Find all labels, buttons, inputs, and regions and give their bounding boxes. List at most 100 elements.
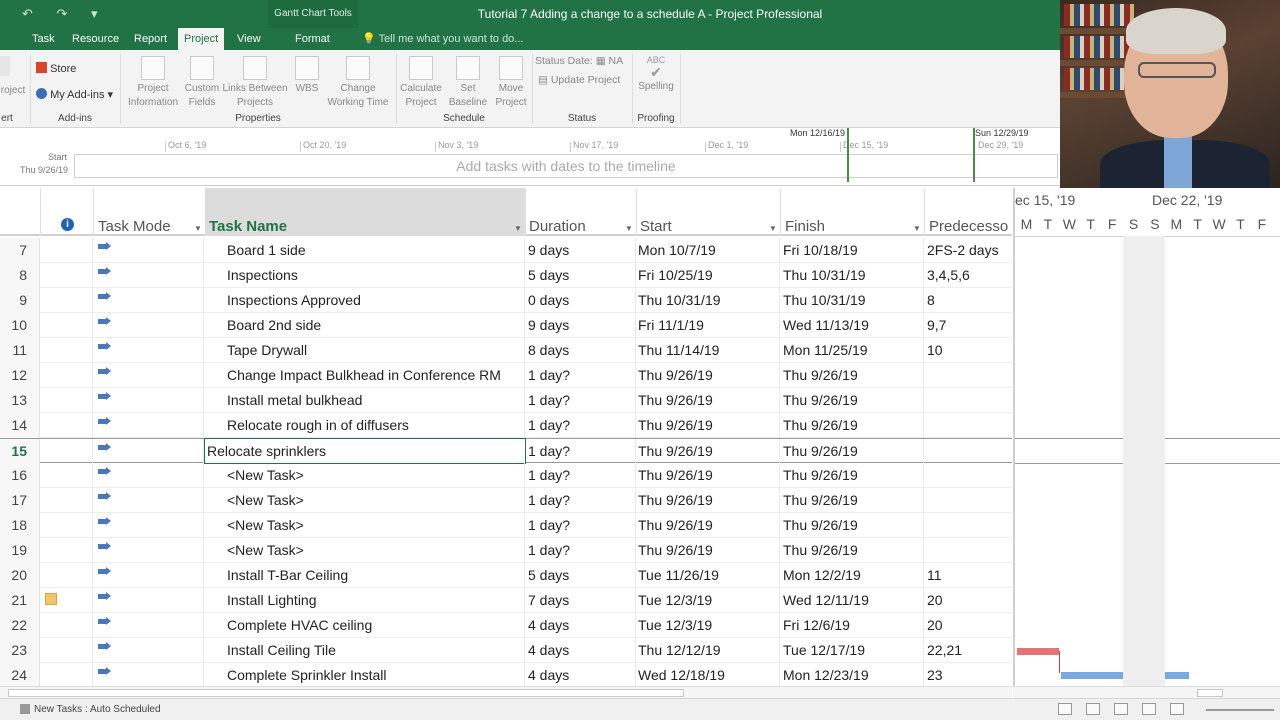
indicator-cell[interactable] xyxy=(41,238,93,263)
finish-cell[interactable]: Thu 10/31/19 xyxy=(781,263,924,288)
duration-cell[interactable]: 5 days xyxy=(526,263,636,288)
table-row[interactable]: 8 Inspections 5 days Fri 10/25/19 Thu 10/31/… xyxy=(0,263,1012,288)
table-horizontal-scrollbar[interactable] xyxy=(0,686,1012,698)
table-row[interactable]: 22 Complete HVAC ceiling 4 days Tue 12/3/19… xyxy=(0,613,1012,638)
duration-cell[interactable]: 1 day? xyxy=(526,513,636,538)
task-mode-cell[interactable] xyxy=(94,313,204,338)
duration-cell[interactable]: 1 day? xyxy=(526,413,636,438)
start-cell[interactable]: Thu 9/26/19 xyxy=(637,439,780,464)
task-name-cell[interactable]: <New Task> xyxy=(205,488,525,513)
tab-resource[interactable]: Resource xyxy=(66,28,125,50)
change-working-time-button[interactable]: Change Working Time xyxy=(324,56,392,110)
indicator-cell[interactable] xyxy=(41,588,93,613)
task-mode-cell[interactable] xyxy=(94,463,204,488)
finish-cell[interactable]: Mon 11/25/19 xyxy=(781,338,924,363)
finish-cell[interactable]: Wed 11/13/19 xyxy=(781,313,924,338)
table-row[interactable]: 12 Change Impact Bulkhead in Conference R… xyxy=(0,363,1012,388)
gantt-critical-bar[interactable] xyxy=(1017,648,1059,655)
gantt-view-icon[interactable] xyxy=(1058,703,1072,715)
predecessors-cell[interactable] xyxy=(925,413,1012,438)
predecessors-cell[interactable]: 9,7 xyxy=(925,313,1012,338)
duration-cell[interactable]: 0 days xyxy=(526,288,636,313)
indicator-cell[interactable] xyxy=(41,388,93,413)
duration-cell[interactable]: 7 days xyxy=(526,588,636,613)
task-mode-cell[interactable] xyxy=(94,288,204,313)
tab-task[interactable]: Task xyxy=(26,28,61,50)
finish-cell[interactable]: Mon 12/23/19 xyxy=(781,663,924,686)
filter-arrow-icon[interactable]: ▼ xyxy=(514,224,522,233)
task-mode-cell[interactable] xyxy=(94,663,204,686)
predecessors-cell[interactable] xyxy=(925,388,1012,413)
indicator-cell[interactable] xyxy=(41,463,93,488)
indicator-cell[interactable] xyxy=(41,313,93,338)
start-cell[interactable]: Thu 9/26/19 xyxy=(637,463,780,488)
task-name-cell[interactable]: Inspections xyxy=(205,263,525,288)
task-name-cell[interactable]: Tape Drywall xyxy=(205,338,525,363)
predecessors-cell[interactable]: 10 xyxy=(925,338,1012,363)
task-mode-cell[interactable] xyxy=(94,363,204,388)
finish-cell[interactable]: Thu 9/26/19 xyxy=(781,363,924,388)
timeline[interactable]: Oct 6, '19 Oct 20, '19 Nov 3, '19 Nov 17… xyxy=(0,128,1060,186)
task-name-cell[interactable]: Install metal bulkhead xyxy=(205,388,525,413)
duration-cell[interactable]: 8 days xyxy=(526,338,636,363)
predecessors-cell[interactable] xyxy=(925,439,1012,464)
tab-report[interactable]: Report xyxy=(128,28,173,50)
start-cell[interactable]: Thu 9/26/19 xyxy=(637,363,780,388)
indicator-cell[interactable] xyxy=(41,638,93,663)
table-row[interactable]: 20 Install T-Bar Ceiling 5 days Tue 11/26/1… xyxy=(0,563,1012,588)
table-row[interactable]: 7 Board 1 side 9 days Mon 10/7/19 Fri 10/18/… xyxy=(0,238,1012,263)
task-mode-cell[interactable] xyxy=(94,513,204,538)
filter-arrow-icon[interactable]: ▼ xyxy=(194,224,202,233)
new-tasks-mode[interactable]: New Tasks : Auto Scheduled xyxy=(34,704,161,715)
column-header-task-mode[interactable]: Task Mode xyxy=(98,218,171,235)
row-id[interactable]: 13 xyxy=(0,388,40,413)
task-name-cell[interactable]: Install Ceiling Tile xyxy=(205,638,525,663)
table-row[interactable]: 9 Inspections Approved 0 days Thu 10/31/19 T… xyxy=(0,288,1012,313)
links-between-projects-button[interactable]: Links Between Projects xyxy=(222,56,288,110)
predecessors-cell[interactable] xyxy=(925,363,1012,388)
gantt-chart[interactable]: ec 15, '19 Dec 22, '19 MTWTFSSMTWTF xyxy=(1013,188,1280,686)
filter-arrow-icon[interactable]: ▼ xyxy=(913,224,921,233)
indicator-cell[interactable] xyxy=(41,538,93,563)
resource-sheet-view-icon[interactable] xyxy=(1142,703,1156,715)
predecessors-cell[interactable]: 23 xyxy=(925,663,1012,686)
task-mode-cell[interactable] xyxy=(94,413,204,438)
duration-cell[interactable]: 1 day? xyxy=(526,463,636,488)
row-id[interactable]: 10 xyxy=(0,313,40,338)
start-cell[interactable]: Thu 9/26/19 xyxy=(637,513,780,538)
start-cell[interactable]: Wed 12/18/19 xyxy=(637,663,780,686)
predecessors-cell[interactable]: 3,4,5,6 xyxy=(925,263,1012,288)
predecessors-cell[interactable]: 8 xyxy=(925,288,1012,313)
set-baseline-button[interactable]: Set Baseline xyxy=(444,56,492,110)
row-id[interactable]: 15 xyxy=(0,439,40,464)
indicator-cell[interactable] xyxy=(41,488,93,513)
task-name-cell[interactable]: <New Task> xyxy=(205,463,525,488)
finish-cell[interactable]: Mon 12/2/19 xyxy=(781,563,924,588)
scrollbar-thumb[interactable] xyxy=(1197,689,1223,697)
table-row[interactable]: 15 1 day? Thu 9/26/19 Thu 9/26/19 Relocate s… xyxy=(0,438,1012,464)
task-mode-cell[interactable] xyxy=(94,563,204,588)
start-cell[interactable]: Thu 12/12/19 xyxy=(637,638,780,663)
duration-cell[interactable]: 1 day? xyxy=(526,439,636,464)
row-id[interactable]: 12 xyxy=(0,363,40,388)
duration-cell[interactable]: 4 days xyxy=(526,663,636,686)
finish-cell[interactable]: Thu 9/26/19 xyxy=(781,538,924,563)
task-mode-cell[interactable] xyxy=(94,439,204,464)
move-project-button[interactable]: Move Project xyxy=(492,56,530,110)
row-id[interactable]: 17 xyxy=(0,488,40,513)
project-information-button[interactable]: Project Information xyxy=(124,56,182,110)
task-mode-cell[interactable] xyxy=(94,488,204,513)
table-row[interactable]: 10 Board 2nd side 9 days Fri 11/1/19 Wed 11/… xyxy=(0,313,1012,338)
tell-me-box[interactable]: 💡 Tell me what you want to do... xyxy=(362,28,523,50)
finish-cell[interactable]: Thu 9/26/19 xyxy=(781,388,924,413)
start-cell[interactable]: Tue 12/3/19 xyxy=(637,588,780,613)
indicator-cell[interactable] xyxy=(41,363,93,388)
row-id[interactable]: 21 xyxy=(0,588,40,613)
task-name-cell[interactable]: <New Task> xyxy=(205,538,525,563)
table-row[interactable]: 18 <New Task> 1 day? Thu 9/26/19 Thu 9/26/19 xyxy=(0,513,1012,538)
start-cell[interactable]: Thu 9/26/19 xyxy=(637,488,780,513)
task-name-cell[interactable]: Board 1 side xyxy=(205,238,525,263)
row-id[interactable]: 8 xyxy=(0,263,40,288)
status-date-field[interactable]: Status Date: ▦ NA xyxy=(535,55,623,67)
predecessors-cell[interactable] xyxy=(925,538,1012,563)
